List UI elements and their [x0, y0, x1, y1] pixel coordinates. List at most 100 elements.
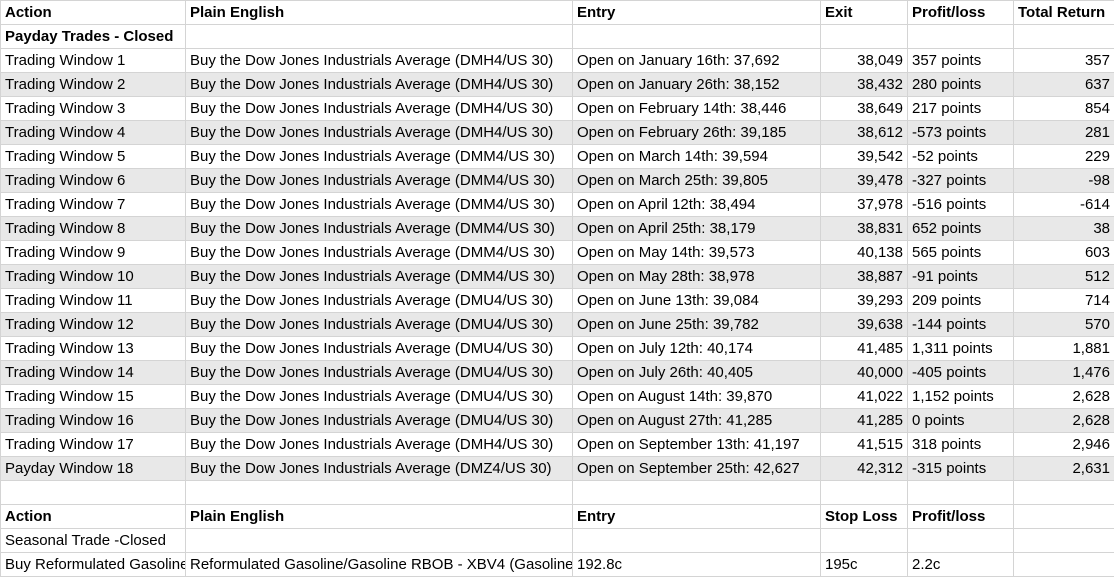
cell-entry[interactable]: Open on June 13th: 39,084: [572, 288, 821, 313]
cell-entry[interactable]: Open on April 12th: 38,494: [572, 192, 821, 217]
section-title[interactable]: Seasonal Trade -Closed: [0, 528, 186, 553]
cell-plain-english[interactable]: Buy the Dow Jones Industrials Average (D…: [185, 96, 573, 121]
cell-profit-loss[interactable]: -327 points: [907, 168, 1014, 193]
cell-action[interactable]: Trading Window 9: [0, 240, 186, 265]
cell-plain-english[interactable]: Buy the Dow Jones Industrials Average (D…: [185, 168, 573, 193]
header-action[interactable]: Action: [0, 0, 186, 25]
cell-profit-loss[interactable]: 1,152 points: [907, 384, 1014, 409]
cell-action[interactable]: Trading Window 4: [0, 120, 186, 145]
cell-exit[interactable]: 41,285: [820, 408, 908, 433]
empty-cell[interactable]: [1013, 552, 1114, 577]
cell-profit-loss[interactable]: -405 points: [907, 360, 1014, 385]
cell-plain-english[interactable]: Reformulated Gasoline/Gasoline RBOB - XB…: [185, 552, 573, 577]
cell-exit[interactable]: 41,485: [820, 336, 908, 361]
empty-cell[interactable]: [907, 528, 1014, 553]
cell-profit-loss[interactable]: -573 points: [907, 120, 1014, 145]
cell-entry[interactable]: Open on August 14th: 39,870: [572, 384, 821, 409]
cell-exit[interactable]: 39,293: [820, 288, 908, 313]
cell-profit-loss[interactable]: -144 points: [907, 312, 1014, 337]
cell-total-return[interactable]: 2,628: [1013, 384, 1114, 409]
cell-action[interactable]: Buy Reformulated Gasoline: [0, 552, 186, 577]
cell-total-return[interactable]: 1,476: [1013, 360, 1114, 385]
cell-plain-english[interactable]: Buy the Dow Jones Industrials Average (D…: [185, 456, 573, 481]
cell-action[interactable]: Trading Window 12: [0, 312, 186, 337]
cell-total-return[interactable]: -98: [1013, 168, 1114, 193]
cell-total-return[interactable]: 281: [1013, 120, 1114, 145]
empty-cell[interactable]: [185, 24, 573, 49]
header-profit-loss[interactable]: Profit/loss: [907, 0, 1014, 25]
cell-profit-loss[interactable]: 0 points: [907, 408, 1014, 433]
cell-action[interactable]: Trading Window 10: [0, 264, 186, 289]
cell-exit[interactable]: 38,887: [820, 264, 908, 289]
cell-action[interactable]: Trading Window 2: [0, 72, 186, 97]
cell-exit[interactable]: 39,542: [820, 144, 908, 169]
cell-action[interactable]: Trading Window 6: [0, 168, 186, 193]
empty-cell[interactable]: [572, 480, 821, 505]
cell-plain-english[interactable]: Buy the Dow Jones Industrials Average (D…: [185, 408, 573, 433]
cell-plain-english[interactable]: Buy the Dow Jones Industrials Average (D…: [185, 384, 573, 409]
cell-plain-english[interactable]: Buy the Dow Jones Industrials Average (D…: [185, 312, 573, 337]
empty-cell[interactable]: [572, 528, 821, 553]
cell-exit[interactable]: 38,612: [820, 120, 908, 145]
cell-action[interactable]: Trading Window 7: [0, 192, 186, 217]
cell-plain-english[interactable]: Buy the Dow Jones Industrials Average (D…: [185, 216, 573, 241]
cell-exit[interactable]: 38,049: [820, 48, 908, 73]
cell-profit-loss[interactable]: -52 points: [907, 144, 1014, 169]
cell-action[interactable]: Trading Window 16: [0, 408, 186, 433]
cell-exit[interactable]: 37,978: [820, 192, 908, 217]
cell-plain-english[interactable]: Buy the Dow Jones Industrials Average (D…: [185, 120, 573, 145]
cell-profit-loss[interactable]: -315 points: [907, 456, 1014, 481]
cell-total-return[interactable]: 637: [1013, 72, 1114, 97]
cell-action[interactable]: Trading Window 14: [0, 360, 186, 385]
cell-total-return[interactable]: 570: [1013, 312, 1114, 337]
empty-cell[interactable]: [572, 24, 821, 49]
cell-entry[interactable]: 192.8c: [572, 552, 821, 577]
cell-exit[interactable]: 38,649: [820, 96, 908, 121]
cell-exit[interactable]: 42,312: [820, 456, 908, 481]
header-exit[interactable]: Exit: [820, 0, 908, 25]
cell-action[interactable]: Payday Window 18: [0, 456, 186, 481]
cell-entry[interactable]: Open on August 27th: 41,285: [572, 408, 821, 433]
cell-action[interactable]: Trading Window 17: [0, 432, 186, 457]
cell-entry[interactable]: Open on May 28th: 38,978: [572, 264, 821, 289]
cell-plain-english[interactable]: Buy the Dow Jones Industrials Average (D…: [185, 240, 573, 265]
cell-plain-english[interactable]: Buy the Dow Jones Industrials Average (D…: [185, 72, 573, 97]
section-title[interactable]: Payday Trades - Closed: [0, 24, 186, 49]
cell-entry[interactable]: Open on July 12th: 40,174: [572, 336, 821, 361]
cell-action[interactable]: Trading Window 5: [0, 144, 186, 169]
cell-profit-loss[interactable]: 652 points: [907, 216, 1014, 241]
cell-plain-english[interactable]: Buy the Dow Jones Industrials Average (D…: [185, 192, 573, 217]
header-entry[interactable]: Entry: [572, 0, 821, 25]
cell-action[interactable]: Trading Window 1: [0, 48, 186, 73]
empty-cell[interactable]: [1013, 528, 1114, 553]
empty-cell[interactable]: [1013, 480, 1114, 505]
cell-entry[interactable]: Open on March 25th: 39,805: [572, 168, 821, 193]
header-stop-loss[interactable]: Stop Loss: [820, 504, 908, 529]
cell-entry[interactable]: Open on June 25th: 39,782: [572, 312, 821, 337]
cell-plain-english[interactable]: Buy the Dow Jones Industrials Average (D…: [185, 48, 573, 73]
cell-total-return[interactable]: 2,631: [1013, 456, 1114, 481]
empty-cell[interactable]: [907, 480, 1014, 505]
cell-profit-loss[interactable]: 1,311 points: [907, 336, 1014, 361]
cell-total-return[interactable]: 2,946: [1013, 432, 1114, 457]
cell-action[interactable]: Trading Window 8: [0, 216, 186, 241]
cell-entry[interactable]: Open on September 13th: 41,197: [572, 432, 821, 457]
cell-entry[interactable]: Open on March 14th: 39,594: [572, 144, 821, 169]
cell-exit[interactable]: 40,138: [820, 240, 908, 265]
cell-action[interactable]: Trading Window 3: [0, 96, 186, 121]
header-plain-english[interactable]: Plain English: [185, 0, 573, 25]
cell-plain-english[interactable]: Buy the Dow Jones Industrials Average (D…: [185, 264, 573, 289]
cell-plain-english[interactable]: Buy the Dow Jones Industrials Average (D…: [185, 144, 573, 169]
header-total-return[interactable]: Total Return: [1013, 0, 1114, 25]
cell-plain-english[interactable]: Buy the Dow Jones Industrials Average (D…: [185, 432, 573, 457]
header-action[interactable]: Action: [0, 504, 186, 529]
cell-profit-loss[interactable]: -91 points: [907, 264, 1014, 289]
cell-profit-loss[interactable]: 280 points: [907, 72, 1014, 97]
empty-cell[interactable]: [820, 24, 908, 49]
cell-exit[interactable]: 41,515: [820, 432, 908, 457]
cell-profit-loss[interactable]: 318 points: [907, 432, 1014, 457]
cell-total-return[interactable]: 603: [1013, 240, 1114, 265]
empty-cell[interactable]: [820, 528, 908, 553]
empty-cell[interactable]: [820, 480, 908, 505]
cell-total-return[interactable]: 357: [1013, 48, 1114, 73]
